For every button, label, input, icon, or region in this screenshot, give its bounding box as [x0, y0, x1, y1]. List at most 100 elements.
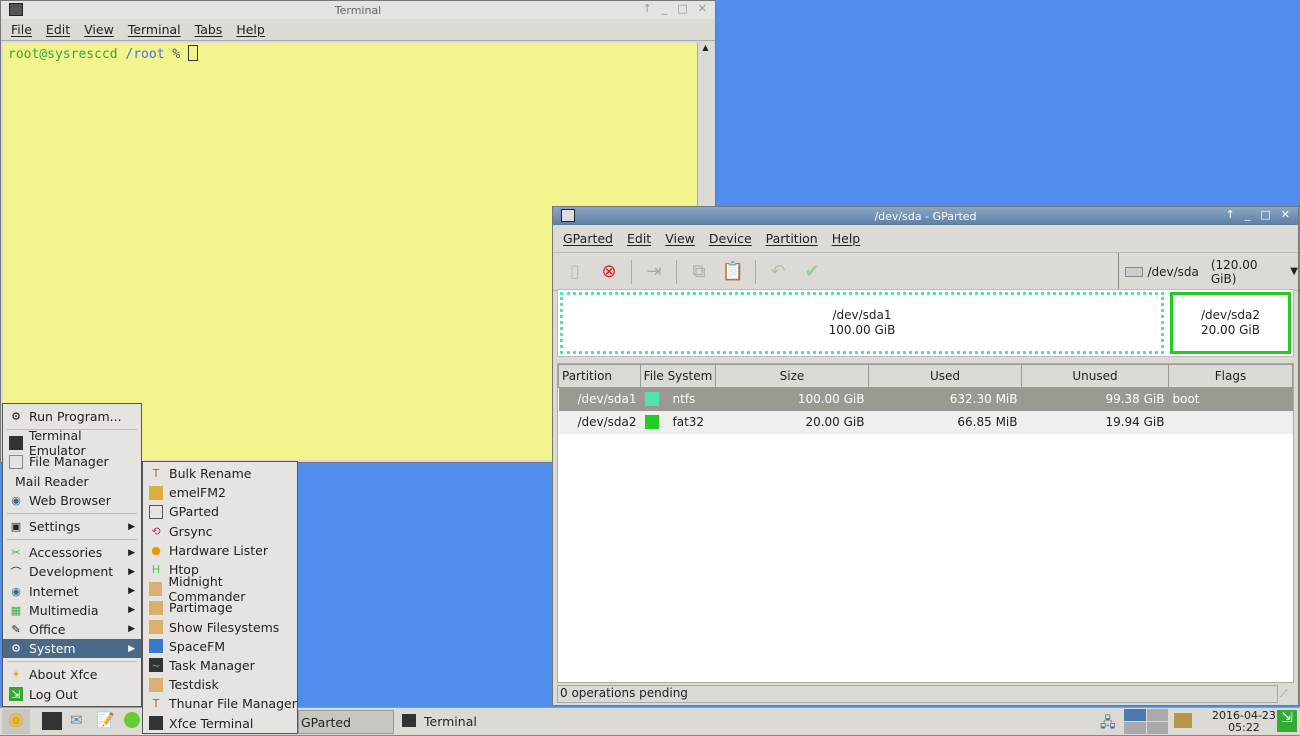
delete-icon[interactable]: ⊗: [597, 260, 621, 284]
htop-icon: H: [151, 563, 161, 577]
undo-icon[interactable]: ↶: [766, 260, 790, 284]
workspace-switcher[interactable]: [1124, 709, 1168, 734]
menu-tabs[interactable]: Tabs: [195, 22, 223, 37]
menu-item-label: Bulk Rename: [169, 466, 252, 482]
shade-icon[interactable]: ↑: [1226, 208, 1235, 221]
maximize-icon[interactable]: □: [677, 2, 687, 15]
file-manager-launcher-icon[interactable]: ✉: [70, 711, 83, 729]
applications-menu-button[interactable]: ◉: [2, 709, 30, 734]
taskbar-item-gparted[interactable]: GParted: [298, 710, 394, 734]
table-row[interactable]: /dev/sda2 fat32 20.00 GiB 66.85 MiB 19.9…: [558, 410, 1293, 434]
col-filesystem[interactable]: File System: [640, 364, 716, 388]
resize-grip-icon[interactable]: ⟋: [1280, 687, 1296, 703]
menu-item-multimedia[interactable]: ▦ Multimedia ▶: [3, 601, 141, 620]
network-icon[interactable]: 🖧: [1100, 712, 1116, 736]
shade-icon[interactable]: ↑: [643, 2, 652, 15]
menu-item-task-manager[interactable]: ~ Task Manager: [143, 656, 297, 675]
menu-item-midnight-commander[interactable]: Midnight Commander: [143, 574, 297, 604]
menu-item-gparted[interactable]: GParted: [143, 502, 297, 521]
paste-icon[interactable]: 📋: [721, 260, 745, 284]
menu-item-label: SpaceFM: [169, 638, 226, 654]
taskbar-item-terminal[interactable]: Terminal: [398, 710, 548, 734]
maximize-icon[interactable]: □: [1260, 208, 1270, 221]
text-editor-launcher-icon[interactable]: 📝: [96, 711, 115, 729]
col-used[interactable]: Used: [868, 364, 1022, 388]
menu-item-run-program[interactable]: ⚙ Run Program...: [3, 407, 141, 426]
resize-move-icon[interactable]: ⇥: [642, 260, 666, 284]
menu-item-log-out[interactable]: ⇲ Log Out: [3, 684, 141, 703]
menu-item-mail-reader[interactable]: Mail Reader: [3, 472, 141, 491]
cell-size: 100.00 GiB: [797, 392, 865, 407]
folder-icon[interactable]: [1174, 713, 1192, 728]
menu-item-web-browser[interactable]: ◉ Web Browser: [3, 491, 141, 510]
menu-help[interactable]: Help: [236, 22, 265, 37]
menu-device[interactable]: Device: [709, 231, 752, 246]
menu-item-spacefm[interactable]: SpaceFM: [143, 637, 297, 656]
menu-item-grsync[interactable]: ⟲ Grsync: [143, 522, 297, 541]
map-partition-sda2[interactable]: /dev/sda2 20.00 GiB: [1170, 292, 1291, 354]
xfce-star-icon: ✦: [11, 668, 21, 682]
menu-gparted[interactable]: GParted: [563, 231, 613, 246]
apply-icon[interactable]: ✔: [800, 260, 824, 284]
menu-help[interactable]: Help: [832, 231, 861, 246]
logout-icon: ⇲: [9, 687, 23, 702]
menu-item-terminal-emulator[interactable]: Terminal Emulator: [3, 428, 141, 458]
menu-partition[interactable]: Partition: [766, 231, 818, 246]
close-icon[interactable]: ✕: [1281, 208, 1290, 221]
menu-file[interactable]: File: [11, 22, 32, 37]
menu-item-bulk-rename[interactable]: T Bulk Rename: [143, 464, 297, 483]
menu-item-emelfm2[interactable]: emelFM2: [143, 483, 297, 502]
menu-edit[interactable]: Edit: [46, 22, 70, 37]
menu-item-testdisk[interactable]: Testdisk: [143, 675, 297, 694]
spacefm-icon: [149, 639, 163, 654]
menu-item-office[interactable]: ✎ Office ▶: [3, 620, 141, 639]
system-submenu: T Bulk Rename emelFM2 GParted ⟲ Grsync ● Ha…: [142, 461, 298, 734]
menu-item-internet[interactable]: ◉ Internet ▶: [3, 582, 141, 601]
terminal-menubar: File Edit View Terminal Tabs Help: [1, 19, 715, 41]
menu-item-label: File Manager: [29, 454, 109, 470]
col-partition[interactable]: Partition: [558, 364, 641, 388]
menu-item-label: Partimage: [169, 600, 233, 616]
logout-icon[interactable]: ⇲: [1277, 710, 1297, 732]
clock[interactable]: 2016-04-23 05:22: [1212, 710, 1276, 734]
prompt-user: root@sysresccd: [8, 47, 118, 62]
minimize-icon[interactable]: _: [1245, 208, 1251, 221]
terminal-launcher-icon[interactable]: [42, 712, 62, 730]
map-partition-size: 100.00 GiB: [828, 323, 896, 337]
menu-view[interactable]: View: [665, 231, 695, 246]
menu-item-partimage[interactable]: Partimage: [143, 598, 297, 617]
menu-edit[interactable]: Edit: [627, 231, 651, 246]
col-size[interactable]: Size: [715, 364, 869, 388]
menu-item-label: Task Manager: [169, 657, 255, 673]
map-partition-sda1[interactable]: /dev/sda1 100.00 GiB: [560, 292, 1164, 354]
menu-terminal[interactable]: Terminal: [128, 22, 181, 37]
menu-item-thunar[interactable]: T Thunar File Manager: [143, 694, 297, 713]
menu-item-about-xfce[interactable]: ✦ About Xfce: [3, 665, 141, 684]
device-selector[interactable]: /dev/sda (120.00 GiB) ▼: [1118, 253, 1298, 290]
close-icon[interactable]: ✕: [698, 2, 707, 15]
copy-icon[interactable]: ⧉: [687, 260, 711, 284]
menu-view[interactable]: View: [84, 22, 114, 37]
menu-item-label: Settings: [29, 519, 81, 535]
menu-item-system[interactable]: ⚙ System ▶: [3, 639, 141, 659]
col-unused[interactable]: Unused: [1021, 364, 1169, 388]
minimize-icon[interactable]: _: [662, 2, 668, 15]
menu-item-label: Web Browser: [29, 492, 111, 508]
table-row[interactable]: /dev/sda1 ntfs 100.00 GiB 632.30 MiB 99.…: [558, 387, 1293, 411]
menu-item-file-manager[interactable]: File Manager: [3, 452, 141, 471]
gparted-window: /dev/sda - GParted ↑ _ □ ✕ GParted Edit Vie…: [552, 206, 1299, 706]
browser-launcher-icon[interactable]: [124, 712, 140, 728]
col-flags[interactable]: Flags: [1168, 364, 1293, 388]
menu-item-accessories[interactable]: ✂ Accessories ▶: [3, 543, 141, 562]
cell-size: 20.00 GiB: [805, 415, 865, 429]
menu-item-settings[interactable]: ▣ Settings ▶: [3, 517, 141, 536]
new-partition-icon[interactable]: ▯: [563, 260, 587, 284]
cell-partition: /dev/sda2: [577, 415, 637, 429]
gparted-titlebar[interactable]: /dev/sda - GParted ↑ _ □ ✕: [553, 207, 1298, 225]
menu-item-xfce-terminal[interactable]: Xfce Terminal: [143, 713, 297, 732]
menu-item-show-filesystems[interactable]: Show Filesystems: [143, 618, 297, 637]
menu-item-development[interactable]: ⌒ Development ▶: [3, 562, 141, 581]
terminal-titlebar[interactable]: Terminal ↑ _ □ ✕: [1, 1, 715, 19]
cell-flags: [1169, 411, 1293, 434]
menu-item-hardware-lister[interactable]: ● Hardware Lister: [143, 541, 297, 560]
